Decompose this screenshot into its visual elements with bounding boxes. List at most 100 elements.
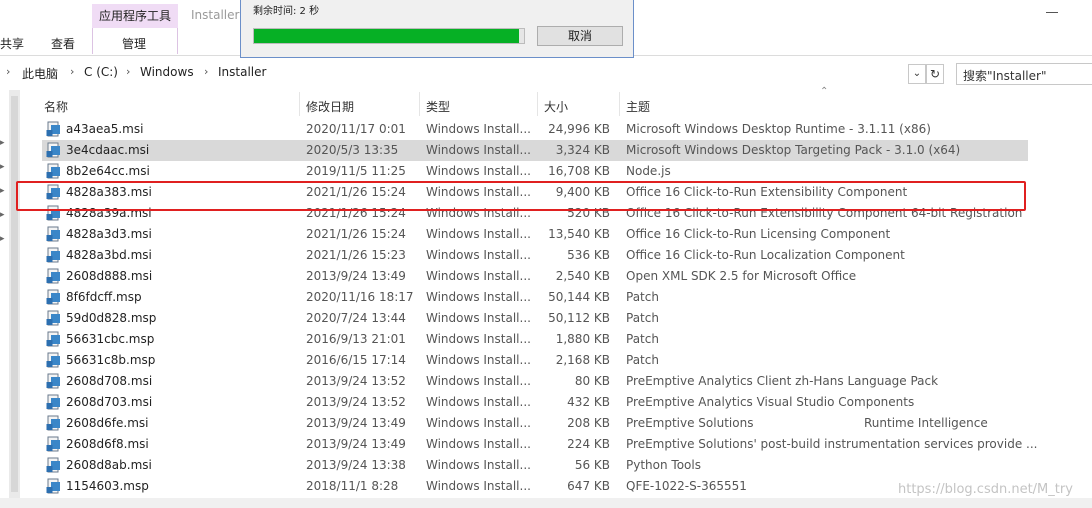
- scrollbar-thumb[interactable]: [11, 96, 18, 492]
- context-tab-app-tools[interactable]: 应用程序工具: [92, 4, 178, 28]
- file-row[interactable]: 1154603.msp 2018/11/1 8:28 Windows Install…: [42, 476, 1028, 497]
- expand-chevron-icon[interactable]: ▸: [0, 234, 5, 244]
- chevron-right-icon[interactable]: ›: [6, 65, 10, 78]
- file-name: 4828a3d3.msi: [66, 227, 152, 241]
- column-header-size[interactable]: 大小: [544, 98, 568, 115]
- file-name: 3e4cdaac.msi: [66, 143, 150, 157]
- chevron-down-icon[interactable]: ⌄: [908, 64, 926, 84]
- column-header-date[interactable]: 修改日期: [306, 98, 354, 115]
- expand-chevron-icon[interactable]: ▸: [0, 138, 5, 148]
- file-name: 2608d6f8.msi: [66, 437, 149, 451]
- cancel-button[interactable]: 取消: [537, 26, 623, 46]
- file-subject: Microsoft Windows Desktop Targeting Pack…: [626, 143, 961, 157]
- file-row[interactable]: 2608d888.msi 2013/9/24 13:49 Windows Insta…: [42, 266, 1028, 287]
- column-header-name[interactable]: 名称: [44, 98, 68, 115]
- file-subject-extra: Runtime Intelligence: [864, 416, 988, 430]
- file-row[interactable]: 2608d6f8.msi 2013/9/24 13:49 Windows Insta…: [42, 434, 1037, 455]
- column-divider[interactable]: [299, 92, 300, 116]
- file-subject: Open XML SDK 2.5 for Microsoft Office: [626, 269, 857, 283]
- file-subject: PreEmptive Solutions' post-build instrum…: [626, 437, 1038, 451]
- file-type: Windows Install...: [426, 437, 531, 451]
- msi-file-icon: [46, 373, 60, 389]
- breadcrumb-this-pc[interactable]: 此电脑: [22, 65, 58, 82]
- file-name: 59d0d828.msp: [66, 311, 157, 325]
- file-subject: QFE-1022-S-365551: [626, 479, 747, 493]
- file-type: Windows Install...: [426, 311, 531, 325]
- file-name: 2608d708.msi: [66, 374, 153, 388]
- tab-share[interactable]: 共享: [0, 35, 24, 52]
- tab-view[interactable]: 查看: [51, 35, 75, 52]
- column-divider[interactable]: [419, 92, 420, 116]
- file-size: 13,540 KB: [548, 227, 610, 241]
- file-row[interactable]: 4828a3d3.msi 2021/1/26 15:24 Windows Insta…: [42, 224, 1028, 245]
- breadcrumb-c-drive[interactable]: C (C:): [84, 65, 118, 79]
- minimize-icon[interactable]: [1046, 12, 1058, 13]
- column-divider[interactable]: [619, 92, 620, 116]
- file-row[interactable]: 56631cbc.msp 2016/9/13 21:01 Windows Insta…: [42, 329, 1028, 350]
- file-row[interactable]: 56631c8b.msp 2016/6/15 17:14 Windows Insta…: [42, 350, 1028, 371]
- file-date: 2021/1/26 15:23: [306, 248, 406, 262]
- file-row[interactable]: 8b2e64cc.msi 2019/11/5 11:25 Windows Insta…: [42, 161, 1028, 182]
- file-type: Windows Install...: [426, 332, 531, 346]
- msi-file-icon: [46, 121, 60, 137]
- msp-file-icon: [46, 331, 60, 347]
- file-date: 2016/9/13 21:01: [306, 332, 406, 346]
- msi-file-icon: [46, 436, 60, 452]
- file-type: Windows Install...: [426, 374, 531, 388]
- file-size: 16,708 KB: [548, 164, 610, 178]
- file-row[interactable]: 2608d703.msi 2013/9/24 13:52 Windows Insta…: [42, 392, 1028, 413]
- file-type: Windows Install...: [426, 290, 531, 304]
- file-row[interactable]: 8f6fdcff.msp 2020/11/16 18:17 Windows Inst…: [42, 287, 1028, 308]
- tab-manage[interactable]: 管理: [122, 35, 146, 52]
- breadcrumb-installer[interactable]: Installer: [218, 65, 266, 79]
- file-date: 2021/1/26 15:24: [306, 227, 406, 241]
- file-type: Windows Install...: [426, 122, 531, 136]
- file-row[interactable]: 2608d8ab.msi 2013/9/24 13:38 Windows Insta…: [42, 455, 1028, 476]
- file-size: 208 KB: [567, 416, 610, 430]
- file-date: 2013/9/24 13:38: [306, 458, 406, 472]
- column-divider[interactable]: [537, 92, 538, 116]
- msi-file-icon: [46, 415, 60, 431]
- nav-scrollbar[interactable]: [9, 90, 20, 498]
- file-row-selected[interactable]: 3e4cdaac.msi 2020/5/3 13:35 Windows Instal…: [42, 140, 1028, 161]
- file-row[interactable]: 2608d6fe.msi 2013/9/24 13:49 Windows Insta…: [42, 413, 1028, 434]
- file-type: Windows Install...: [426, 269, 531, 283]
- msi-file-icon: [46, 163, 60, 179]
- file-row[interactable]: a43aea5.msi 2020/11/17 0:01 Windows Instal…: [42, 119, 1028, 140]
- breadcrumb-windows[interactable]: Windows: [140, 65, 194, 79]
- expand-chevron-icon[interactable]: ▸: [0, 186, 5, 196]
- remaining-time: 剩余时间: 2 秒: [253, 6, 320, 17]
- file-date: 2020/11/16 18:17: [306, 290, 414, 304]
- file-list: a43aea5.msi 2020/11/17 0:01 Windows Instal…: [42, 119, 1037, 497]
- chevron-right-icon[interactable]: ›: [126, 65, 130, 78]
- chevron-right-icon[interactable]: ›: [70, 65, 74, 78]
- expand-chevron-icon[interactable]: ▸: [0, 162, 5, 172]
- horizontal-scrollbar[interactable]: [0, 498, 1092, 508]
- file-size: 56 KB: [574, 458, 610, 472]
- file-date: 2020/11/17 0:01: [306, 122, 406, 136]
- file-size: 1,880 KB: [555, 332, 610, 346]
- msi-file-icon: [46, 142, 60, 158]
- breadcrumb[interactable]: › 此电脑 › C (C:) › Windows › Installer: [0, 62, 942, 84]
- file-row[interactable]: 4828a3bd.msi 2021/1/26 15:23 Windows Insta…: [42, 245, 1028, 266]
- window-title: Installer: [191, 8, 240, 22]
- file-row[interactable]: 2608d708.msi 2013/9/24 13:52 Windows Insta…: [42, 371, 1028, 392]
- column-header-subject[interactable]: 主题: [626, 98, 650, 115]
- file-name: 8f6fdcff.msp: [66, 290, 142, 304]
- file-subject: Office 16 Click-to-Run Localization Comp…: [626, 248, 905, 262]
- refresh-icon[interactable]: ↻: [926, 64, 944, 84]
- chevron-right-icon[interactable]: ›: [204, 65, 208, 78]
- file-size: 432 KB: [567, 395, 610, 409]
- file-size: 2,168 KB: [555, 353, 610, 367]
- search-input[interactable]: 搜索"Installer": [956, 63, 1092, 85]
- column-header-type[interactable]: 类型: [426, 98, 450, 115]
- file-row[interactable]: 59d0d828.msp 2020/7/24 13:44 Windows Insta…: [42, 308, 1028, 329]
- expand-chevron-icon[interactable]: ▸: [0, 210, 5, 220]
- file-subject: Patch: [626, 290, 659, 304]
- search-placeholder: 搜索"Installer": [963, 69, 1047, 83]
- file-subject: PreEmptive Analytics Client zh-Hans Lang…: [626, 374, 939, 388]
- msp-file-icon: [46, 352, 60, 368]
- file-name: 56631c8b.msp: [66, 353, 156, 367]
- file-subject: Patch: [626, 353, 659, 367]
- file-size: 24,996 KB: [548, 122, 610, 136]
